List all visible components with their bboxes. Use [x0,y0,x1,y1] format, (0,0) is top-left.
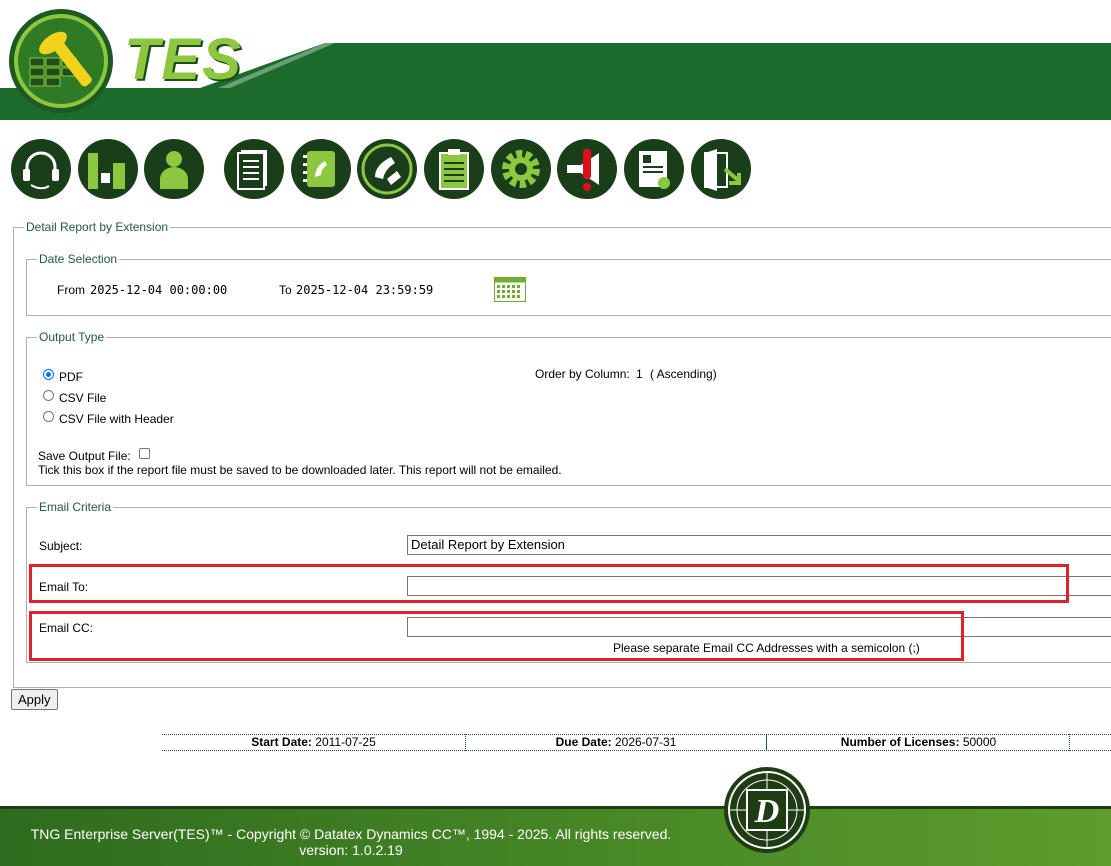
version-text: version: 1.0.2.19 [299,842,403,858]
datatex-logo-icon: D [724,767,810,853]
start-date-cell: Start Date: 2011-07-25 [162,735,465,750]
save-output-note: Tick this box if the report file must be… [38,463,562,477]
email-to-label: Email To: [39,580,89,594]
main-toolbar [0,139,800,201]
start-date-value: 2011-07-25 [315,735,376,749]
license-info-bar: Start Date: 2011-07-25 Due Date: 2026-07… [162,734,1111,751]
phone-book-icon[interactable] [291,139,351,199]
radio-csv-label[interactable]: CSV File [59,391,106,405]
tes-logo-icon [9,9,113,113]
certificate-icon[interactable] [624,139,684,199]
user-icon[interactable] [144,139,204,199]
to-date-value[interactable]: 2025-12-04 23:59:59 [296,283,433,297]
from-date-value[interactable]: 2025-12-04 00:00:00 [90,283,227,297]
email-to-input[interactable] [407,576,1111,596]
footer: TNG Enterprise Server(TES)™ - Copyright … [0,806,1111,866]
document-list-icon[interactable] [224,139,284,199]
apply-button[interactable]: Apply [11,689,58,710]
start-date-label: Start Date: [251,735,312,749]
datatex-logo-letter: D [754,793,780,830]
order-direction: ( Ascending) [650,367,717,381]
due-date-cell: Due Date: 2026-07-31 [465,735,767,750]
cc-separator-note: Please separate Email CC Addresses with … [613,641,920,655]
radio-csv-header-label[interactable]: CSV File with Header [59,412,174,426]
calendar-icon[interactable] [494,277,526,302]
email-cc-label: Email CC: [39,621,94,635]
email-cc-input[interactable] [407,617,1111,637]
alert-megaphone-icon[interactable] [557,139,617,199]
output-type-legend: Output Type [37,330,107,344]
save-output-label: Save Output File: [38,449,131,463]
bar-chart-icon[interactable] [78,139,138,199]
radio-pdf-label[interactable]: PDF [59,370,83,384]
save-output-checkbox[interactable] [139,448,150,459]
tes-logo-text: TES [124,27,243,92]
radio-csv[interactable] [43,390,54,401]
order-by-label: Order by Column: [535,367,630,381]
due-date-label: Due Date: [555,735,612,749]
licenses-label: Number of Licenses: [840,735,960,749]
subject-input[interactable]: Detail Report by Extension [407,535,1111,555]
copyright-text: TNG Enterprise Server(TES)™ - Copyright … [30,826,672,842]
clipboard-icon[interactable] [424,139,484,199]
headset-icon[interactable] [11,139,71,199]
email-criteria-legend: Email Criteria [37,500,114,514]
phone-icon[interactable] [357,139,417,199]
header: TES [0,0,1111,120]
to-label: To [279,283,292,297]
order-by-column-value: 1 [636,367,643,381]
radio-pdf[interactable] [43,369,54,380]
radio-csv-header[interactable] [43,411,54,422]
due-date-value: 2026-07-31 [614,735,677,749]
gear-icon[interactable] [491,139,551,199]
report-title: Detail Report by Extension [24,220,171,234]
licenses-value: 50000 [962,735,997,749]
from-label: From [57,283,85,297]
date-selection-legend: Date Selection [37,252,120,266]
licenses-cell: Number of Licenses: 50000 [767,735,1070,750]
logout-door-icon[interactable] [691,139,751,199]
subject-label: Subject: [39,539,83,553]
